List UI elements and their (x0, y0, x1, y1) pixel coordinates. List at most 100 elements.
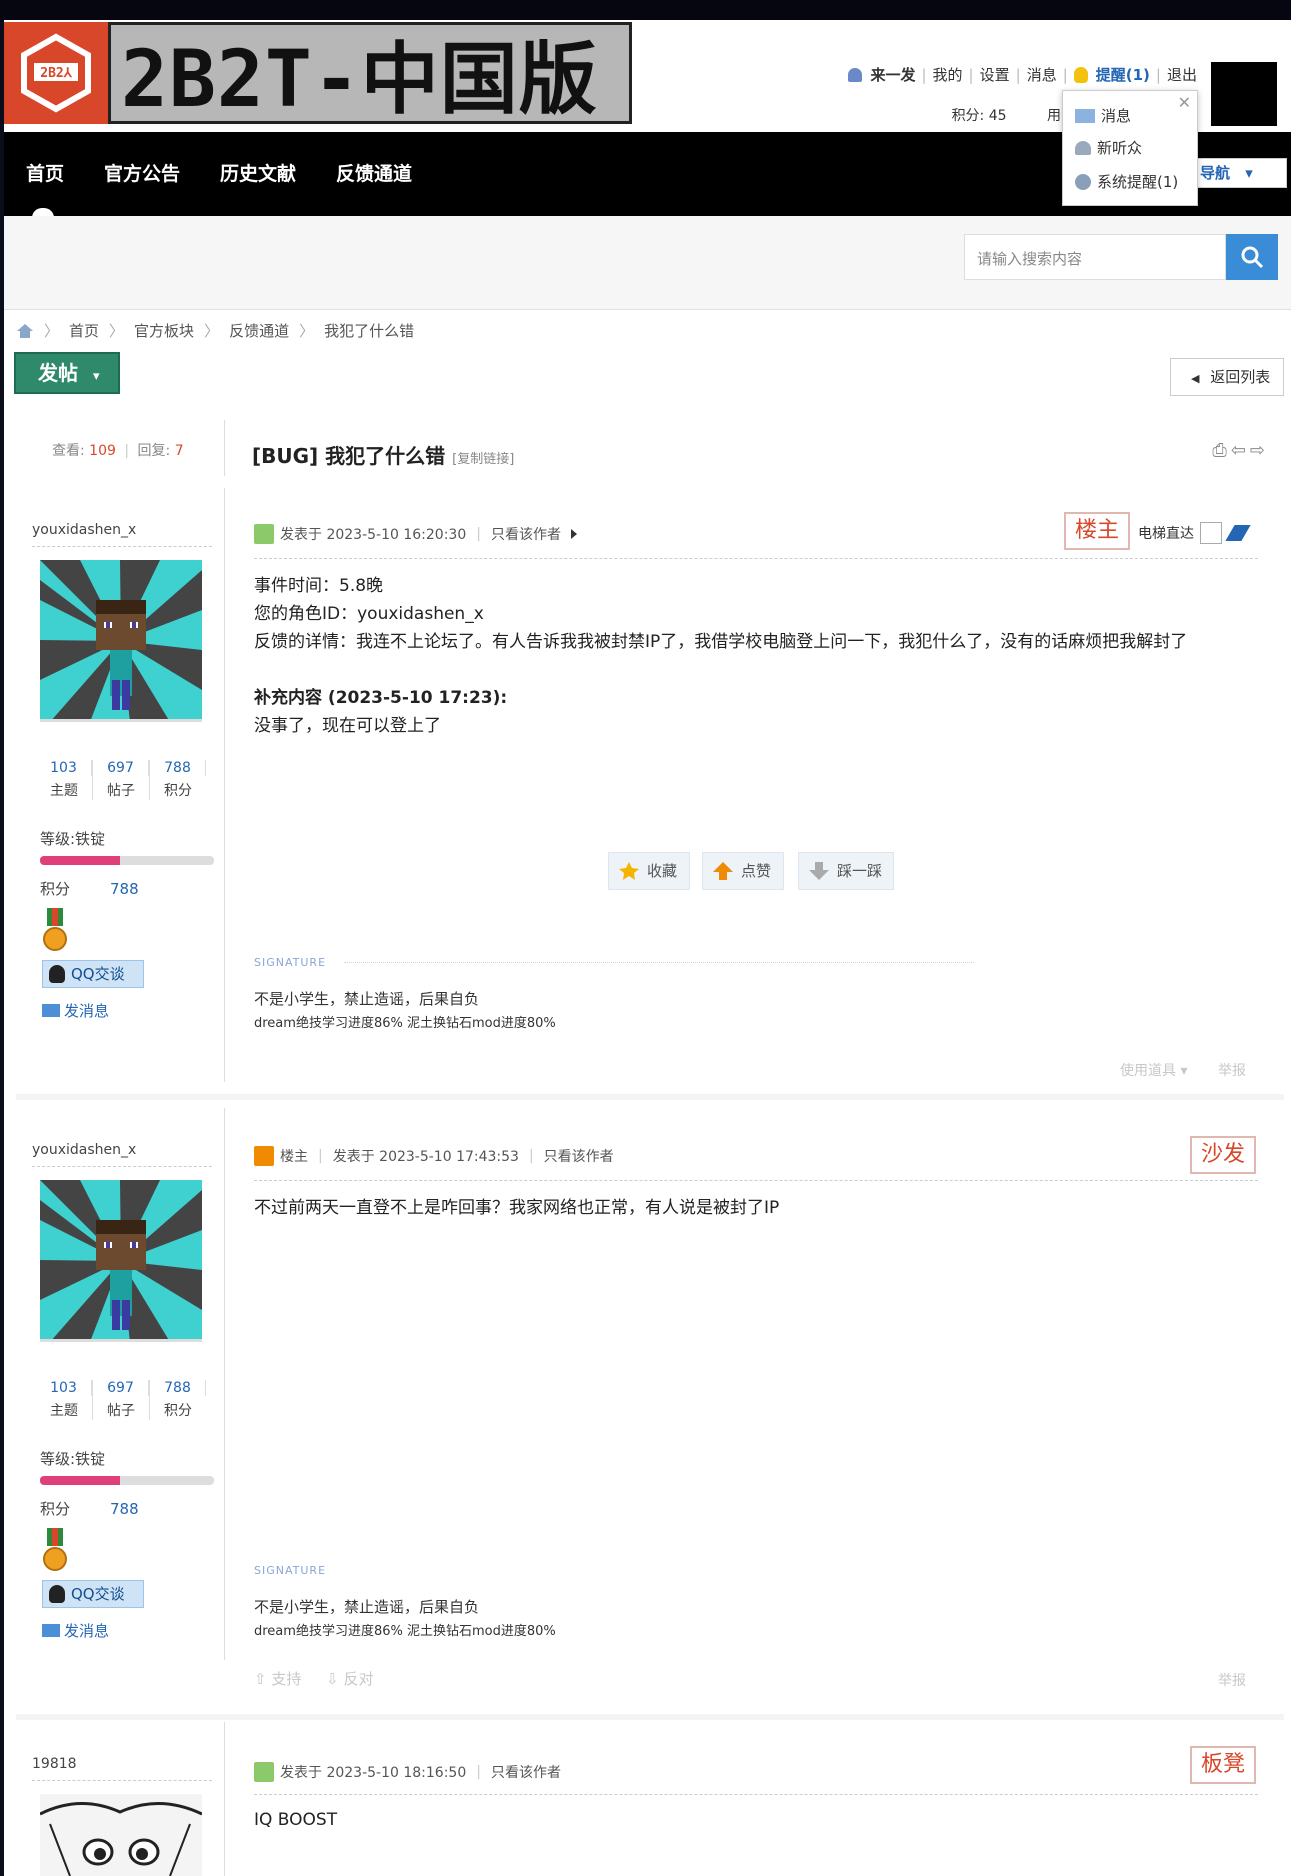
score-menu[interactable]: 积分: 45 (952, 108, 1007, 124)
only-author-link[interactable]: 只看该作者 (544, 1146, 614, 1166)
nav-guide-label: 导航 (1200, 164, 1231, 182)
user-level: 等级:铁锭 (40, 830, 106, 848)
username-link[interactable]: 来一发 (870, 64, 915, 85)
like-label: 点赞 (741, 862, 772, 880)
author-divider (32, 1166, 212, 1167)
search-button[interactable] (1226, 234, 1278, 280)
prev-thread-icon[interactable]: ⇦ (1231, 440, 1250, 461)
author-name[interactable]: youxidashen_x (32, 522, 136, 538)
mine-menu[interactable]: 我的 (933, 64, 963, 85)
qq-chat-button[interactable]: QQ交谈 (42, 960, 144, 988)
dropdown-item-messages[interactable]: 消息 (1075, 105, 1131, 126)
stat-posts[interactable]: 697 帖子 (93, 1380, 150, 1420)
stat-points[interactable]: 788 积分 (150, 760, 206, 800)
divider: | (318, 1148, 323, 1164)
close-icon[interactable]: ✕ (1178, 93, 1191, 112)
medal-icon[interactable] (42, 1528, 68, 1572)
messages-link[interactable]: 消息 (1027, 64, 1057, 85)
only-author-link[interactable]: 只看该作者 (491, 1762, 561, 1782)
medal-icon[interactable] (42, 908, 68, 952)
partial-menu[interactable]: 用 (1047, 108, 1061, 124)
search-input[interactable]: 请输入搜索内容 (964, 234, 1226, 280)
copy-link[interactable]: [复制链接] (452, 452, 514, 467)
back-to-list-button[interactable]: ◀ 返回列表 (1170, 358, 1284, 396)
post-divider (254, 558, 1258, 559)
signature-line: dream绝技学习进度86% 泥土换钻石mod进度80% (254, 1624, 556, 1639)
send-message-link[interactable]: 发消息 (42, 1620, 109, 1641)
nav-item-announcements[interactable]: 官方公告 (104, 132, 180, 216)
use-item-link[interactable]: 使用道具 ▾ (1120, 1060, 1187, 1080)
floor-badge[interactable]: 沙发 (1190, 1136, 1256, 1174)
stat-points[interactable]: 788 积分 (150, 1380, 206, 1420)
go-icon[interactable] (1225, 525, 1251, 541)
envelope-icon (1075, 108, 1095, 123)
stat-threads[interactable]: 103 主题 (36, 760, 93, 800)
like-button[interactable]: 点赞 (702, 852, 784, 890)
caret-right-icon (570, 529, 577, 539)
body-line: 反馈的详情：我连不上论坛了。有人告诉我我被封禁IP了，我借学校电脑登上问一下，我… (254, 632, 1188, 652)
user-stats: 103 主题 697 帖子 788 积分 (36, 760, 206, 800)
floor-number-input[interactable] (1200, 522, 1222, 544)
post-body: IQ BOOST (254, 1810, 338, 1830)
user-avatar[interactable] (1211, 62, 1277, 126)
report-link[interactable]: 举报 (1218, 1670, 1246, 1690)
home-icon[interactable] (16, 323, 34, 339)
stat-posts[interactable]: 697 帖子 (93, 760, 150, 800)
divider: | (921, 65, 927, 84)
role-label: 楼主 (280, 1149, 308, 1165)
bulb-icon (1073, 66, 1088, 83)
remind-link[interactable]: 提醒(1) (1096, 64, 1150, 85)
nav-guide-button[interactable]: 导航 ▾ (1187, 158, 1287, 188)
body-line: 事件时间：5.8晚 (254, 576, 384, 596)
level-progress-bar (40, 1476, 214, 1485)
floor-badge[interactable]: 板凳 (1190, 1746, 1256, 1784)
nav-item-history[interactable]: 历史文献 (220, 132, 296, 216)
report-link[interactable]: 举报 (1218, 1060, 1246, 1080)
dropdown-item-system[interactable]: 系统提醒(1) (1075, 171, 1178, 192)
qq-chat-button[interactable]: QQ交谈 (42, 1580, 144, 1608)
gear-icon (1075, 173, 1091, 190)
chevron-down-icon: ▾ (92, 369, 100, 384)
breadcrumb: 〉 首页 〉 官方板块 〉 反馈通道 〉 我犯了什么错 (16, 320, 414, 341)
divider: | (528, 1148, 534, 1164)
new-post-button[interactable]: 发帖 ▾ (14, 352, 120, 394)
level-progress-fill (40, 856, 121, 865)
breadcrumb-feedback[interactable]: 反馈通道 (229, 320, 289, 341)
avatar[interactable] (40, 1794, 202, 1876)
site-logo-icon[interactable]: 2B2⅄ (4, 22, 108, 124)
post-divider (254, 1180, 1258, 1181)
thumbs-up-icon (713, 862, 733, 880)
floor-badge[interactable]: 楼主 (1064, 512, 1130, 550)
logout-link[interactable]: 退出 (1167, 64, 1197, 85)
nav-item-home[interactable]: 首页 (26, 132, 64, 216)
breadcrumb-home[interactable]: 首页 (69, 320, 99, 341)
author-role-icon (254, 1146, 274, 1166)
signature-label: SIGNATURE (254, 956, 327, 969)
divider: | (1155, 65, 1161, 84)
avatar[interactable] (40, 560, 202, 722)
only-author-link[interactable]: 只看该作者 (491, 524, 561, 544)
settings-link[interactable]: 设置 (980, 64, 1010, 85)
points-label: 积分 (40, 1500, 71, 1518)
stat-threads[interactable]: 103 主题 (36, 1380, 93, 1420)
dropdown-item-followers[interactable]: 新听众 (1075, 137, 1142, 158)
oppose-link[interactable]: 反对 (344, 1670, 374, 1688)
nav-item-feedback[interactable]: 反馈通道 (336, 132, 412, 216)
breadcrumb-thread[interactable]: 我犯了什么错 (324, 320, 414, 341)
support-link[interactable]: 支持 (271, 1670, 301, 1688)
site-title[interactable]: 2B2T-中国版 (108, 22, 632, 124)
user-level: 等级:铁锭 (40, 1450, 106, 1468)
avatar-image (40, 1794, 202, 1876)
author-name[interactable]: youxidashen_x (32, 1142, 136, 1158)
print-icon[interactable]: ⎙ (1212, 440, 1230, 461)
next-thread-icon[interactable]: ⇨ (1250, 440, 1269, 461)
favorite-button[interactable]: 收藏 (608, 852, 690, 890)
column-divider (224, 1108, 225, 1660)
breadcrumb-official[interactable]: 官方板块 (134, 320, 194, 341)
thread-tools: ⎙⇦⇨ (1212, 440, 1269, 461)
envelope-icon (42, 1624, 60, 1637)
dislike-button[interactable]: 踩一踩 (798, 852, 894, 890)
author-name[interactable]: 19818 (32, 1756, 77, 1772)
avatar[interactable] (40, 1180, 202, 1342)
send-message-link[interactable]: 发消息 (42, 1000, 109, 1021)
